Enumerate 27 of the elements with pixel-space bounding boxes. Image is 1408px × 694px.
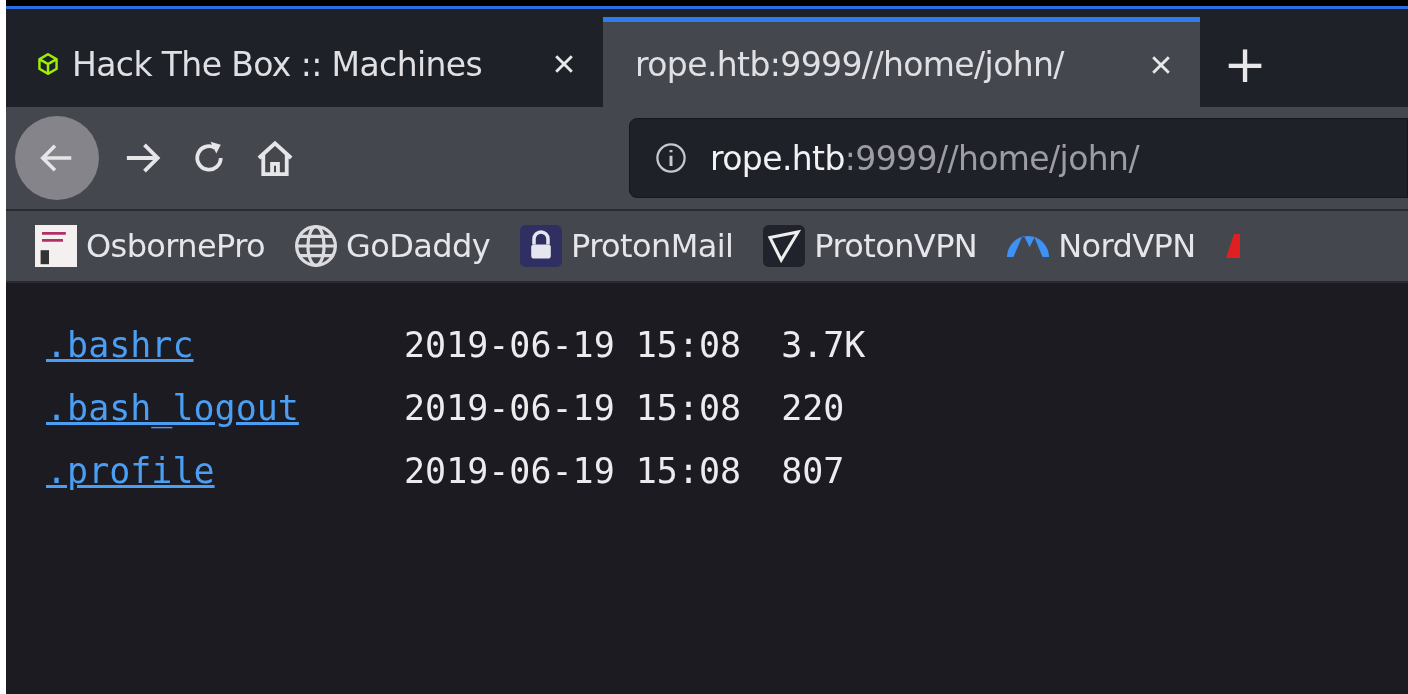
file-size: 807: [781, 450, 845, 491]
browser-tab[interactable]: rope.htb:9999//home/john/: [603, 17, 1200, 107]
bookmark[interactable]: ProtonMail: [520, 223, 734, 269]
globe-icon: [295, 225, 338, 267]
bookmark[interactable]: NordVPN: [1007, 225, 1196, 267]
new-tab-button[interactable]: +: [1200, 21, 1290, 107]
tab-title: rope.htb:9999//home/john/: [635, 45, 1066, 84]
bookmark[interactable]: GoDaddy: [295, 223, 491, 269]
file-date: 2019-06-19 15:08: [404, 324, 742, 365]
mountain-icon: [1007, 235, 1050, 257]
cube-icon: [38, 53, 58, 75]
file-date: 2019-06-19 15:08: [404, 387, 742, 428]
lock-icon: [520, 225, 563, 267]
info-icon[interactable]: [654, 141, 688, 175]
thumbnail-icon: [35, 225, 77, 267]
bookmark[interactable]: OsbornePro: [35, 223, 266, 269]
file-size: 220: [781, 387, 845, 428]
back-arrow-icon: [40, 143, 74, 173]
file-link[interactable]: .bashrc: [46, 324, 404, 365]
bookmark[interactable]: ProtonVPN: [763, 223, 978, 269]
url-text: rope.htb:9999//home/john/: [710, 138, 1139, 178]
file-link[interactable]: .profile: [46, 450, 404, 491]
file-date: 2019-06-19 15:08: [404, 450, 742, 491]
tab-title: Hack The Box :: Machines: [72, 44, 484, 84]
file-link[interactable]: .bash_logout: [46, 387, 404, 428]
file-size: 3.7K: [781, 324, 866, 365]
address-bar[interactable]: rope.htb:9999//home/john/: [629, 118, 1408, 198]
